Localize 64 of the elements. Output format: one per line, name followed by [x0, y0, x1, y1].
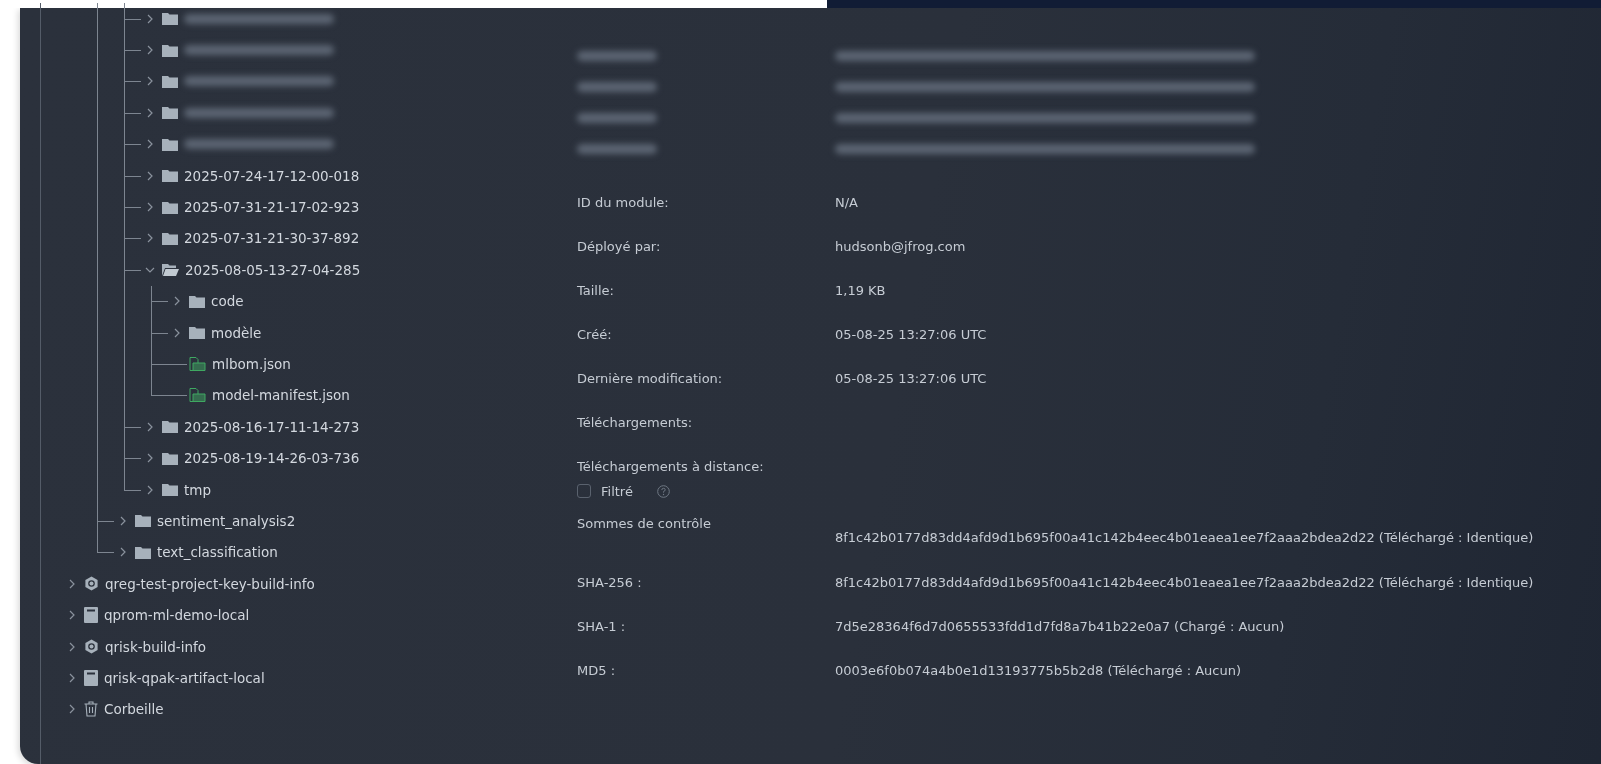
tree-item[interactable]: modèle — [211, 324, 262, 341]
folder-icon — [162, 74, 178, 88]
tree-item[interactable]: model-manifest.json — [212, 387, 350, 404]
build-icon — [84, 576, 99, 592]
folder-icon — [162, 231, 178, 245]
folder-icon — [162, 200, 178, 214]
json-file-icon — [189, 357, 206, 371]
field-label: Taille: — [577, 282, 615, 298]
tree-item[interactable]: 2025-07-24-17-12-00-018 — [184, 167, 360, 184]
tree-item[interactable]: sentiment_analysis2 — [157, 512, 296, 529]
field-label: Téléchargements à distance: — [577, 458, 765, 474]
help-icon[interactable] — [656, 484, 670, 498]
folder-icon — [135, 514, 151, 528]
build-icon — [84, 639, 99, 654]
field-label: Créé: — [577, 326, 613, 342]
field-value: N/A — [835, 194, 858, 210]
field-value: 8f1c42b0177d83dd4afd9d1b695f00a41c142b4eec4b01eaea1ee7f2aaa2bdea2d22 (Téléchargé : Identique) — [835, 574, 1534, 590]
checkbox-label[interactable]: Filtré — [601, 483, 633, 499]
folder-icon — [189, 294, 205, 308]
open-folder-icon — [162, 263, 179, 277]
trash-icon — [84, 701, 98, 718]
repository-icon — [84, 669, 98, 686]
folder-icon — [162, 106, 178, 120]
field-label: Sommes de contrôle — [577, 516, 712, 531]
tree-item[interactable]: qprom-ml-demo-local — [104, 607, 250, 624]
field-value: 1,19 KB — [835, 282, 886, 298]
tree-item[interactable]: 2025-07-31-21-17-02-923 — [184, 199, 360, 216]
field-label: MD5 : — [577, 662, 616, 678]
folder-icon — [162, 12, 178, 26]
tree-item[interactable]: 2025-07-31-21-30-37-892 — [184, 230, 360, 247]
tree-item[interactable]: text_classification — [157, 544, 278, 561]
folder-icon — [162, 169, 178, 183]
folder-icon — [162, 420, 178, 434]
field-label: Déployé par: — [577, 238, 662, 254]
folder-icon — [135, 545, 151, 559]
tree-item[interactable]: mlbom.json — [212, 356, 291, 372]
tree-item[interactable]: 2025-08-16-17-11-14-273 — [184, 418, 360, 435]
folder-icon — [162, 137, 178, 151]
tree-item[interactable]: 2025-08-05-13-27-04-285 — [185, 261, 361, 278]
folder-icon — [162, 483, 178, 497]
tree-item[interactable]: qreg-test-project-key-build-info — [105, 575, 315, 592]
folder-icon — [189, 326, 205, 340]
field-label: ID du module: — [577, 194, 670, 210]
field-label: SHA-1 : — [577, 618, 627, 634]
folder-icon — [162, 43, 178, 57]
field-value: hudsonb@jfrog.com — [835, 238, 966, 254]
field-value: 7d5e28364f6d7d0655533fdd1d7fd8a7b41b22e0a7 (Chargé : Aucun) — [835, 618, 1285, 634]
tree-item[interactable]: qrisk-build-info — [105, 638, 206, 655]
tree-item[interactable]: 2025-08-19-14-26-03-736 — [184, 450, 360, 467]
field-value: 05-08-25 13:27:06 UTC — [835, 326, 987, 342]
checkbox[interactable] — [577, 484, 591, 498]
json-file-icon — [189, 388, 206, 403]
field-value: 0003e6f0b074a4b0e1d13193775b5b2d8 (Téléchargé : Aucun) — [835, 662, 1242, 678]
field-value: 8f1c42b0177d83dd4afd9d1b695f00a41c142b4eec4b01eaea1ee7f2aaa2bdea2d22 (Téléchargé : Identique) — [835, 530, 1534, 545]
tree-item[interactable]: code — [211, 293, 244, 310]
tree-item[interactable]: Corbeille — [104, 701, 164, 718]
field-label: Téléchargements: — [577, 414, 694, 430]
tree-item[interactable]: tmp — [184, 481, 211, 498]
field-label: Dernière modification: — [577, 370, 724, 386]
repository-icon — [84, 607, 98, 624]
field-value: 05-08-25 13:27:06 UTC — [835, 370, 987, 386]
tree-item[interactable]: qrisk-qpak-artifact-local — [104, 669, 265, 686]
folder-icon — [162, 451, 178, 465]
field-label: SHA-256 : — [577, 574, 643, 590]
